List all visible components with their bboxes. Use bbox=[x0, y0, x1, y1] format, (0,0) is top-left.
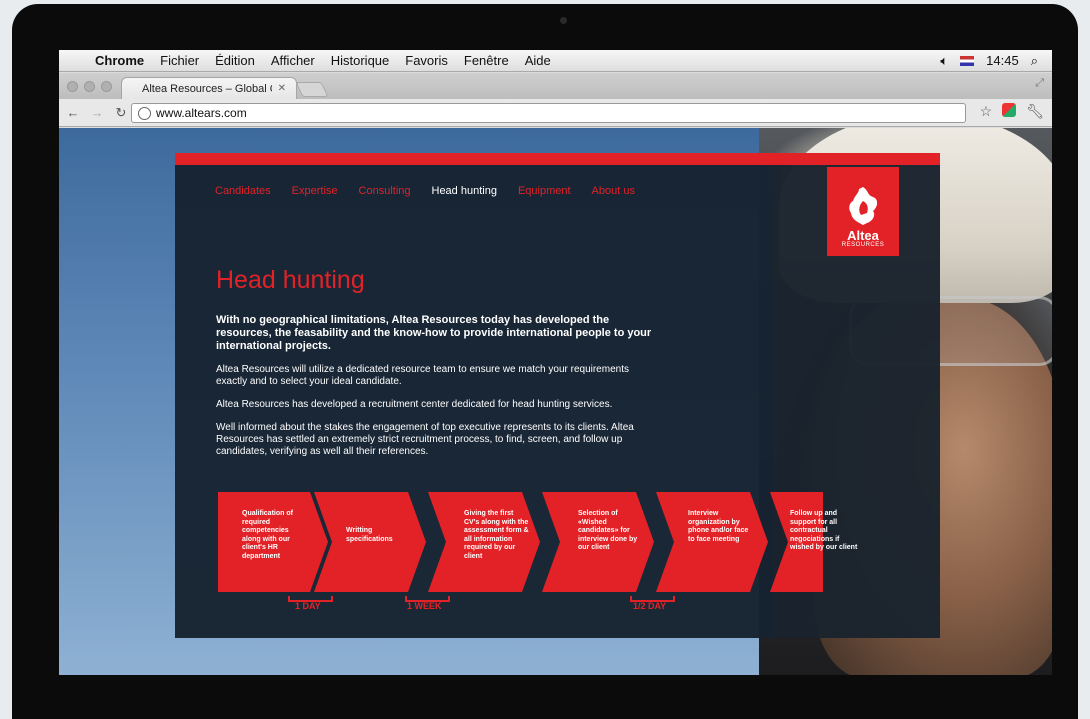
nav-equipment[interactable]: Equipment bbox=[518, 185, 571, 197]
process-step-2: Writting specifications bbox=[314, 492, 426, 592]
camera-icon bbox=[560, 17, 567, 24]
address-bar[interactable]: www.altears.com bbox=[131, 103, 966, 123]
tab-title: Altea Resources – Global Oil bbox=[142, 82, 272, 95]
tab-strip: Altea Resources – Global Oil ✕ ⤢ bbox=[59, 73, 1052, 99]
menu-app-chrome[interactable]: Chrome bbox=[87, 53, 152, 68]
zoom-window-icon[interactable] bbox=[101, 81, 112, 92]
volume-icon[interactable]: 🔈︎ bbox=[940, 53, 948, 69]
mac-menubar: Chrome Fichier Édition Afficher Historiq… bbox=[59, 50, 1052, 72]
minimize-window-icon[interactable] bbox=[84, 81, 95, 92]
duration-1-week: 1 WEEK bbox=[407, 601, 442, 611]
extension-icon[interactable] bbox=[1002, 103, 1017, 117]
page-title: Head hunting bbox=[216, 266, 365, 294]
browser-tab[interactable]: Altea Resources – Global Oil ✕ bbox=[121, 77, 297, 99]
logo-emblem-icon bbox=[849, 187, 878, 225]
menu-fichier[interactable]: Fichier bbox=[152, 53, 207, 68]
forward-icon[interactable]: → bbox=[87, 105, 107, 120]
process-step-4: Selection of «Wished candidates» for int… bbox=[542, 492, 654, 592]
process-step-6: Follow up and support for all contractua… bbox=[770, 492, 857, 592]
recruitment-process: Qualification of required competencies a… bbox=[218, 492, 857, 592]
menu-aide[interactable]: Aide bbox=[517, 53, 559, 68]
tab-close-icon[interactable]: ✕ bbox=[278, 83, 286, 94]
step-text: Selection of «Wished candidates» for int… bbox=[578, 510, 638, 551]
nav-consulting[interactable]: Consulting bbox=[359, 185, 411, 197]
logo-name: Altea bbox=[847, 228, 879, 243]
clock[interactable]: 14:45 bbox=[986, 53, 1019, 68]
paragraph-3: Well informed about the stakes the engag… bbox=[216, 422, 634, 457]
step-text: Follow up and support for all contractua… bbox=[790, 510, 858, 551]
menu-historique[interactable]: Historique bbox=[323, 53, 398, 68]
wrench-icon[interactable]: 🔧︎ bbox=[1026, 103, 1044, 120]
altea-logo[interactable]: Altea RESOURCES bbox=[827, 167, 899, 256]
step-text: Giving the first CV's along with the ass… bbox=[464, 510, 529, 560]
page-content: With no geographical limitations, Altea … bbox=[216, 314, 656, 469]
bookmark-star-icon[interactable]: ☆ bbox=[980, 103, 993, 120]
back-icon[interactable]: ← bbox=[63, 105, 83, 120]
logo-subtitle: RESOURCES bbox=[841, 242, 885, 248]
process-step-1: Qualification of required competencies a… bbox=[218, 492, 328, 592]
duration-1-day: 1 DAY bbox=[295, 601, 321, 611]
browser-toolbar: ← → ↻ www.altears.com ☆ 🔧︎ bbox=[59, 99, 1052, 127]
web-page: Candidates Expertise Consulting Head hun… bbox=[59, 128, 1052, 675]
nav-about-us[interactable]: About us bbox=[592, 185, 635, 197]
step-text: Qualification of required competencies a… bbox=[242, 510, 293, 560]
window-controls bbox=[67, 81, 112, 92]
lead-paragraph: With no geographical limitations, Altea … bbox=[216, 314, 652, 352]
nav-candidates[interactable]: Candidates bbox=[215, 185, 271, 197]
paragraph-1: Altea Resources will utilize a dedicated… bbox=[216, 364, 629, 387]
reload-icon[interactable]: ↻ bbox=[111, 105, 131, 121]
menu-fenetre[interactable]: Fenêtre bbox=[456, 53, 517, 68]
close-window-icon[interactable] bbox=[67, 81, 78, 92]
nav-head-hunting[interactable]: Head hunting bbox=[432, 185, 497, 197]
step-text: Writting specifications bbox=[346, 527, 393, 543]
menu-favoris[interactable]: Favoris bbox=[397, 53, 456, 68]
paragraph-2: Altea Resources has developed a recruitm… bbox=[216, 399, 613, 410]
new-tab-button[interactable] bbox=[295, 82, 329, 97]
page-info-icon[interactable] bbox=[138, 106, 151, 120]
screen: Chrome Fichier Édition Afficher Historiq… bbox=[59, 50, 1052, 675]
menu-edition[interactable]: Édition bbox=[207, 53, 263, 68]
fullscreen-icon[interactable]: ⤢ bbox=[1035, 77, 1044, 90]
spotlight-search-icon[interactable]: ⌕ bbox=[1031, 53, 1038, 69]
site-nav: Candidates Expertise Consulting Head hun… bbox=[215, 185, 656, 197]
url-text: www.altears.com bbox=[156, 106, 247, 120]
process-step-5: Interview organization by phone and/or f… bbox=[656, 492, 768, 592]
step-text: Interview organization by phone and/or f… bbox=[688, 510, 749, 543]
menu-afficher[interactable]: Afficher bbox=[263, 53, 323, 68]
site-panel: Candidates Expertise Consulting Head hun… bbox=[175, 153, 940, 638]
flag-icon[interactable] bbox=[960, 55, 975, 66]
nav-expertise[interactable]: Expertise bbox=[292, 185, 338, 197]
process-step-3: Giving the first CV's along with the ass… bbox=[428, 492, 540, 592]
duration-half-day: 1/2 DAY bbox=[633, 601, 667, 611]
